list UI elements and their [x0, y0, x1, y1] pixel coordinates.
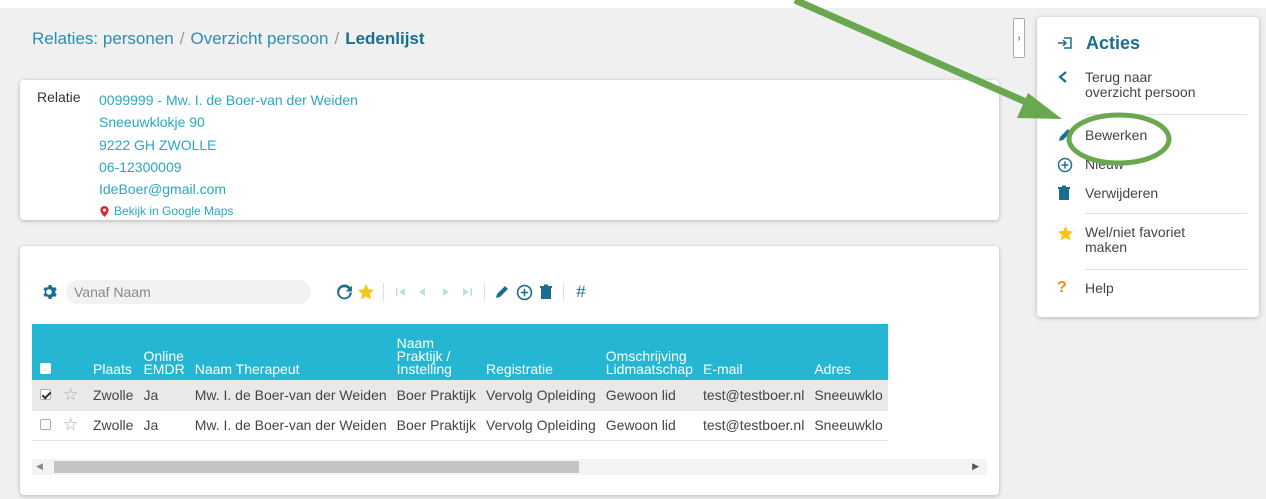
- add-circle-icon[interactable]: [513, 281, 535, 303]
- relatie-street: Sneeuwklokje 90: [99, 114, 205, 131]
- action-favoriet[interactable]: Wel/niet favoriet maken: [1085, 225, 1185, 255]
- relatie-label: Relatie: [37, 89, 81, 105]
- table-header-row: Plaats Online EMDR Naam Therapeut Naam Pra…: [32, 324, 888, 380]
- cell-online: Ja: [143, 417, 159, 433]
- scroll-right-arrow-icon[interactable]: ▶: [972, 461, 979, 472]
- next-page-icon[interactable]: [434, 281, 456, 303]
- column-header-plaats[interactable]: Plaats: [88, 324, 138, 380]
- table-row[interactable]: ☆ Zwolle Ja Mw. I. de Boer-van der Weide…: [32, 410, 888, 440]
- cell-praktijk: Boer Praktijk: [396, 417, 477, 433]
- select-all-checkbox[interactable]: [40, 363, 51, 374]
- top-strip: [0, 0, 1266, 8]
- row-checkbox[interactable]: [40, 388, 51, 400]
- column-header-adres[interactable]: Adres: [809, 324, 888, 380]
- google-maps-link[interactable]: Bekijk in Google Maps: [99, 200, 358, 222]
- breadcrumb-overzicht-persoon[interactable]: Overzicht persoon: [191, 29, 329, 48]
- relatie-email[interactable]: IdeBoer@gmail.com: [99, 178, 358, 200]
- scroll-left-arrow-icon[interactable]: ◀: [36, 461, 43, 472]
- action-terug[interactable]: Terug naar overzicht persoon: [1085, 70, 1196, 100]
- acties-divider: [1085, 269, 1247, 270]
- column-header-omschrijving-lidmaatschap[interactable]: Omschrijving Lidmaatschap: [601, 324, 698, 380]
- horizontal-scrollbar[interactable]: ◀ ▶: [32, 459, 987, 475]
- column-header-naam-praktijk[interactable]: Naam Praktijk / Instelling: [392, 324, 481, 380]
- cell-plaats: Zwolle: [93, 417, 134, 433]
- action-help[interactable]: Help: [1085, 281, 1114, 296]
- cell-naam: Mw. I. de Boer-van der Weiden: [194, 386, 387, 403]
- column-header-online-emdr[interactable]: Online EMDR: [138, 324, 189, 380]
- row-favorite-star-icon[interactable]: ☆: [63, 415, 78, 434]
- acties-divider: [1085, 114, 1247, 115]
- cell-lidmaatschap: Gewoon lid: [605, 417, 676, 433]
- ledenlijst-table-wrapper: Plaats Online EMDR Naam Therapeut Naam Pra…: [32, 324, 987, 473]
- favorite-star-icon: [1057, 225, 1074, 241]
- favorite-star-icon[interactable]: [355, 281, 377, 303]
- last-page-icon[interactable]: [456, 281, 478, 303]
- previous-page-icon[interactable]: [412, 281, 434, 303]
- cell-registratie: Vervolg Opleiding: [486, 386, 596, 403]
- toolbar-divider: [563, 283, 564, 301]
- action-verwijderen[interactable]: Verwijderen: [1085, 186, 1158, 201]
- relatie-card: Relatie 0099999 - Mw. I. de Boer-van der…: [20, 80, 999, 220]
- column-header-email[interactable]: E-mail: [698, 324, 809, 380]
- google-maps-label: Bekijk in Google Maps: [114, 204, 234, 219]
- breadcrumb-relaties-personen[interactable]: Relaties: personen: [32, 29, 174, 48]
- toolbar-divider: [484, 283, 485, 301]
- cell-naam: Mw. I. de Boer-van der Weiden: [194, 417, 387, 433]
- help-question-icon: ?: [1057, 279, 1067, 296]
- acties-divider: [1085, 213, 1247, 214]
- cell-registratie: Vervolg Opleiding: [486, 417, 596, 433]
- cell-plaats: Zwolle: [93, 386, 134, 403]
- scrollbar-thumb[interactable]: [54, 461, 579, 473]
- map-pin-icon: [100, 206, 109, 218]
- cell-email: test@testboer.nl: [702, 417, 805, 433]
- relatie-postal: 9222 GH ZWOLLE: [99, 136, 217, 153]
- cell-lidmaatschap: Gewoon lid: [605, 386, 676, 403]
- cell-adres: Sneeuwklo: [814, 386, 883, 403]
- toolbar-divider: [383, 283, 384, 301]
- edit-pencil-icon: [1059, 129, 1071, 141]
- action-bewerken[interactable]: Bewerken: [1085, 128, 1147, 143]
- breadcrumb-current: Ledenlijst: [345, 29, 425, 48]
- cell-praktijk: Boer Praktijk: [396, 386, 477, 403]
- first-page-icon[interactable]: [390, 281, 412, 303]
- relatie-details: 0099999 - Mw. I. de Boer-van der Weiden …: [99, 89, 358, 223]
- table-row[interactable]: ☆ Zwolle Ja Mw. I. de Boer-van der Weide…: [32, 380, 888, 410]
- collapse-panel-button[interactable]: ›: [1013, 18, 1025, 58]
- hash-icon[interactable]: #: [570, 281, 592, 303]
- ledenlijst-card: Vanaf Naam # Plaats Online EMDR Naam The…: [20, 246, 999, 495]
- relatie-name-link[interactable]: 0099999 - Mw. I. de Boer-van der Weiden: [99, 89, 358, 111]
- add-circle-icon: [1057, 157, 1073, 173]
- enter-icon: [1058, 37, 1072, 49]
- relatie-phone[interactable]: 06-12300009: [99, 156, 358, 178]
- ledenlijst-table: Plaats Online EMDR Naam Therapeut Naam Pra…: [32, 324, 888, 441]
- delete-trash-icon[interactable]: [535, 281, 557, 303]
- edit-pencil-icon[interactable]: [491, 281, 513, 303]
- breadcrumb: Relaties: personen / Overzicht persoon / Led…: [32, 29, 425, 49]
- cell-adres: Sneeuwklo: [814, 417, 883, 433]
- search-input[interactable]: Vanaf Naam: [66, 280, 311, 304]
- back-chevron-icon: [1058, 71, 1067, 83]
- column-header-naam-therapeut[interactable]: Naam Therapeut: [190, 324, 392, 380]
- row-checkbox[interactable]: [40, 419, 51, 430]
- refresh-icon[interactable]: [333, 281, 355, 303]
- acties-title: Acties: [1086, 33, 1141, 53]
- row-favorite-star-icon[interactable]: ☆: [63, 385, 78, 404]
- acties-panel: Acties Terug naar overzicht persoon Bewer…: [1037, 17, 1259, 317]
- grid-toolbar: Vanaf Naam #: [38, 280, 592, 304]
- delete-trash-icon: [1058, 185, 1070, 200]
- favorite-column-header: [58, 324, 88, 380]
- column-header-registratie[interactable]: Registratie: [481, 324, 601, 380]
- cell-online: Ja: [143, 386, 159, 403]
- action-nieuw[interactable]: Nieuw: [1085, 157, 1124, 172]
- settings-gear-icon[interactable]: [38, 281, 60, 303]
- breadcrumb-separator: /: [179, 29, 185, 48]
- cell-email: test@testboer.nl: [702, 386, 805, 403]
- breadcrumb-separator: /: [334, 29, 340, 48]
